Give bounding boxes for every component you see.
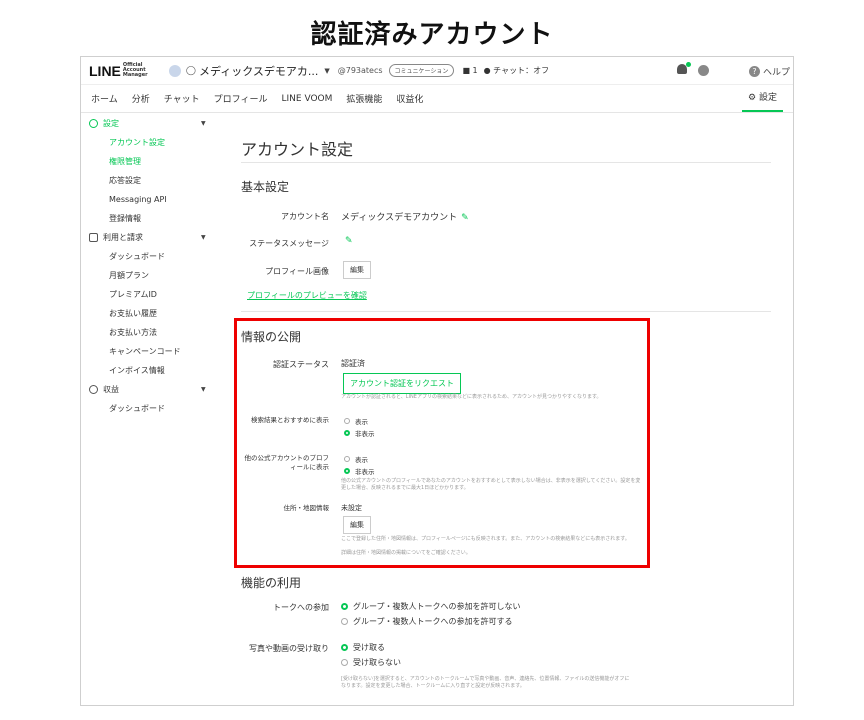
- receipt-icon: [89, 233, 98, 242]
- media-receive-label: 写真や動画の受け取り: [249, 644, 329, 653]
- talk-allow-radio[interactable]: グループ・複数人トークへの参加を許可する: [341, 616, 513, 627]
- page-heading: 認証済みアカウント: [310, 20, 554, 50]
- section-basic-heading: 基本設定: [241, 180, 290, 194]
- sidebar-section-billing[interactable]: 利用と請求 ▼: [81, 228, 221, 247]
- nav-settings[interactable]: ⚙ 設定: [742, 85, 783, 112]
- radio-selected-icon: [341, 603, 348, 610]
- nav-settings-label: 設定: [758, 93, 777, 103]
- chat-icon: ●: [483, 66, 491, 75]
- nav-monetization[interactable]: 収益化: [396, 92, 423, 105]
- member-count-value: 1: [472, 66, 478, 75]
- shield-icon: ◯: [185, 65, 196, 76]
- nav-home[interactable]: ホーム: [91, 92, 118, 105]
- gear-icon: ⚙: [748, 93, 757, 103]
- sidebar-item-messaging-api[interactable]: Messaging API: [81, 190, 221, 209]
- sidebar-item-dashboard[interactable]: ダッシュボード: [81, 247, 221, 266]
- radio-selected-icon: [341, 644, 348, 651]
- media-reject-radio[interactable]: 受け取らない: [341, 657, 401, 668]
- sidebar-section-label: 利用と請求: [103, 233, 143, 242]
- sidebar-item-account-settings[interactable]: アカウント設定: [81, 133, 221, 152]
- radio-label: グループ・複数人トークへの参加を許可しない: [353, 602, 521, 611]
- main-nav: ホーム 分析 チャット プロフィール LINE VOOM 拡張機能 収益化 ⚙ …: [81, 85, 793, 113]
- top-bar: LINE Official Account Manager ◯ メディックスデモ…: [81, 57, 793, 85]
- pencil-icon[interactable]: ✎: [345, 236, 353, 246]
- sidebar-item-registration[interactable]: 登録情報: [81, 209, 221, 228]
- radio-label: 受け取る: [353, 643, 385, 652]
- sidebar-item-revenue-dashboard[interactable]: ダッシュボード: [81, 399, 221, 418]
- divider: [241, 162, 771, 163]
- member-count: ■ 1: [462, 66, 477, 75]
- chat-status-text: チャット：オフ: [493, 66, 550, 75]
- sidebar-item-campaign-code[interactable]: キャンペーンコード: [81, 342, 221, 361]
- coin-icon: [89, 385, 98, 394]
- account-switcher[interactable]: メディックスデモアカ...: [199, 63, 318, 79]
- sidebar-item-premium-id[interactable]: プレミアムID: [81, 285, 221, 304]
- gear-icon: [89, 119, 98, 128]
- radio-label: グループ・複数人トークへの参加を許可する: [353, 617, 513, 626]
- talk-disallow-radio[interactable]: グループ・複数人トークへの参加を許可しない: [341, 601, 521, 612]
- chevron-down-icon: ▼: [201, 120, 206, 127]
- media-accept-radio[interactable]: 受け取る: [341, 642, 385, 653]
- account-avatar[interactable]: [168, 64, 181, 77]
- nav-profile[interactable]: プロフィール: [214, 92, 268, 105]
- page-title: アカウント設定: [241, 140, 354, 159]
- plan-badge: コミュニケーション: [388, 64, 455, 77]
- chevron-down-icon: ▼: [201, 234, 206, 241]
- nav-chat[interactable]: チャット: [164, 92, 200, 105]
- sidebar-item-monthly-plan[interactable]: 月額プラン: [81, 266, 221, 285]
- account-name-label: アカウント名: [281, 212, 329, 221]
- help-button[interactable]: ? ヘルプ: [749, 65, 790, 78]
- profile-image-label: プロフィール画像: [265, 267, 329, 276]
- highlight-box: [234, 318, 650, 568]
- person-icon: ■: [462, 66, 470, 75]
- chat-status: ● チャット：オフ: [484, 65, 549, 76]
- nav-line-voom[interactable]: LINE VOOM: [282, 94, 333, 104]
- line-logo[interactable]: LINE: [89, 63, 121, 79]
- nav-analytics[interactable]: 分析: [132, 92, 150, 105]
- section-features-heading: 機能の利用: [241, 576, 302, 590]
- status-message-value: ✎: [341, 236, 353, 246]
- sidebar-section-label: 収益: [103, 385, 119, 394]
- profile-image-edit-button[interactable]: 編集: [343, 261, 371, 279]
- sidebar-section-label: 設定: [103, 119, 119, 128]
- help-icon: ?: [749, 66, 760, 77]
- sidebar-item-payment-history[interactable]: お支払い履歴: [81, 304, 221, 323]
- sidebar-section-settings[interactable]: 設定 ▼: [81, 114, 221, 133]
- talk-participation-label: トークへの参加: [273, 603, 329, 612]
- radio-icon: [341, 659, 348, 666]
- sidebar-item-permissions[interactable]: 権限管理: [81, 152, 221, 171]
- media-note: [受け取らない]を選択すると、アカウントのトークルームで写真や動画、音声、連絡先…: [341, 676, 630, 689]
- sidebar-item-payment-method[interactable]: お支払い方法: [81, 323, 221, 342]
- radio-icon: [341, 618, 348, 625]
- sidebar: 設定 ▼ アカウント設定 権限管理 応答設定 Messaging API 登録情報…: [81, 114, 221, 418]
- account-name-text: メディックスデモアカウント: [341, 213, 458, 223]
- sidebar-section-revenue[interactable]: 収益 ▼: [81, 380, 221, 399]
- account-name-value: メディックスデモアカウント ✎: [341, 210, 469, 223]
- sidebar-item-invoice[interactable]: インボイス情報: [81, 361, 221, 380]
- pencil-icon[interactable]: ✎: [461, 213, 469, 223]
- user-icon[interactable]: [698, 65, 709, 76]
- radio-label: 受け取らない: [353, 658, 401, 667]
- divider: [241, 311, 771, 312]
- profile-preview-link[interactable]: プロフィールのプレビューを確認: [247, 290, 367, 301]
- status-message-label: ステータスメッセージ: [249, 239, 329, 248]
- notification-icon[interactable]: [677, 62, 691, 76]
- help-label: ヘルプ: [763, 68, 791, 78]
- sidebar-item-response[interactable]: 応答設定: [81, 171, 221, 190]
- nav-extensions[interactable]: 拡張機能: [346, 92, 382, 105]
- chevron-down-icon[interactable]: ▼: [324, 67, 329, 75]
- account-id: @793atecs: [337, 66, 383, 75]
- chevron-down-icon: ▼: [201, 386, 206, 393]
- logo-subtitle: Official Account Manager: [122, 62, 148, 78]
